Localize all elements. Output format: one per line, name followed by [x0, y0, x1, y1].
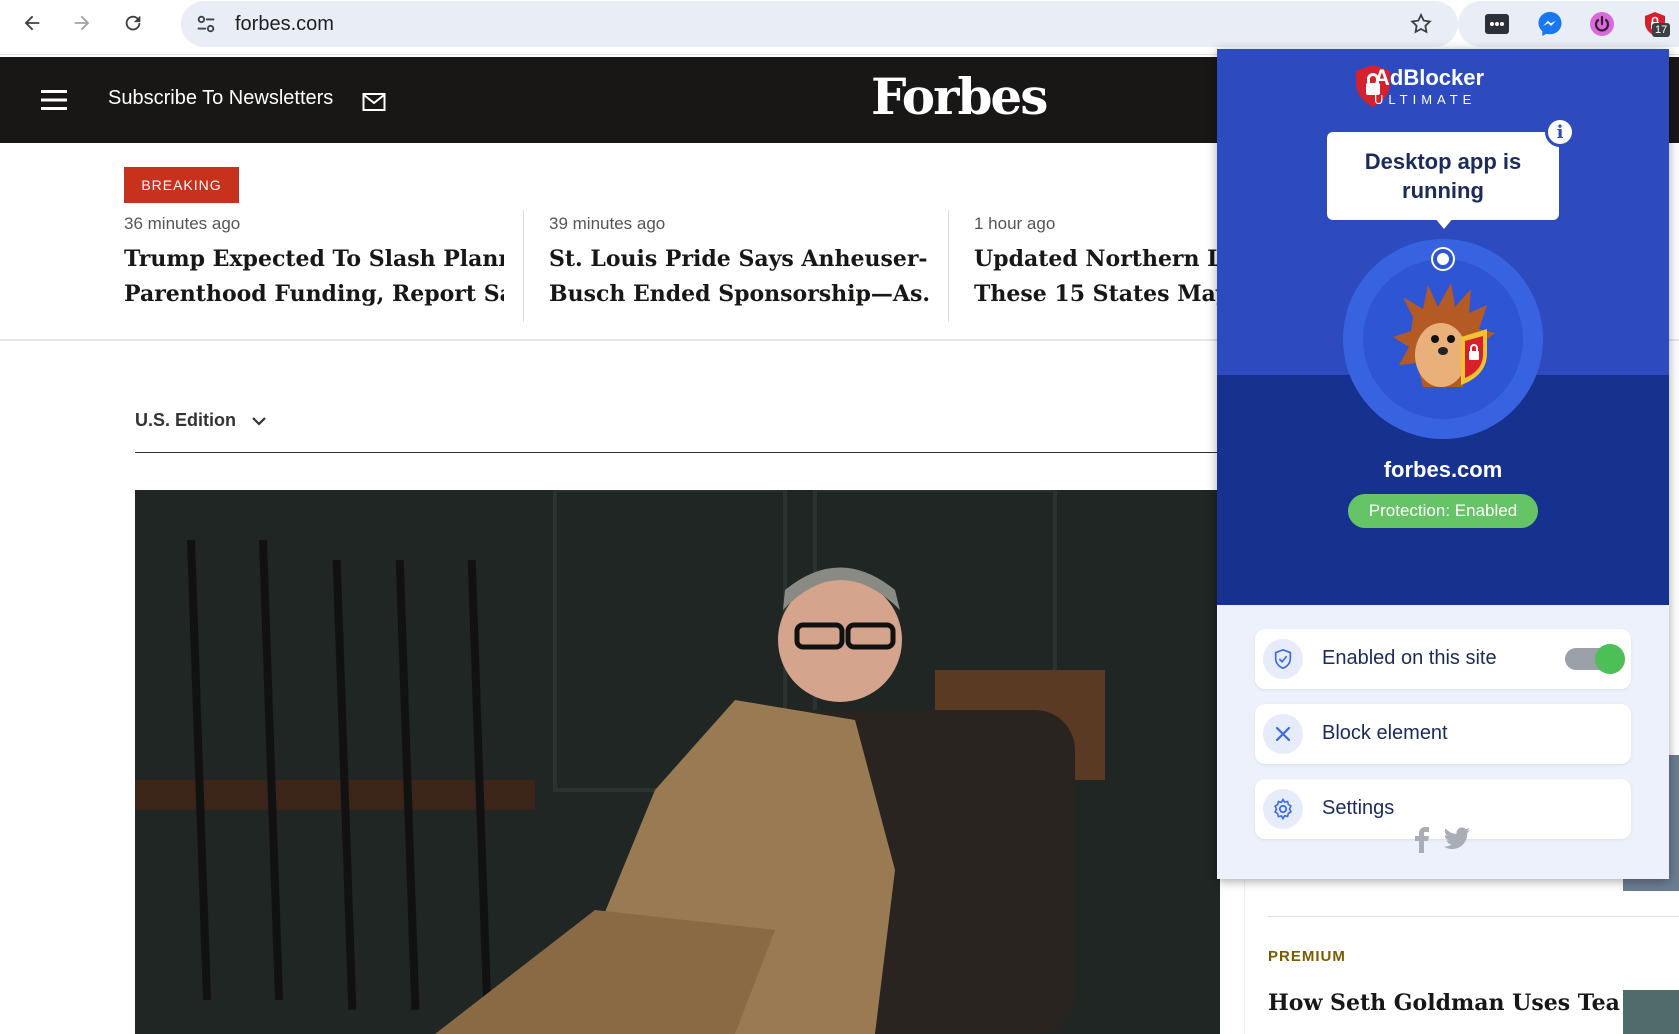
close-icon — [1263, 714, 1303, 754]
divider — [523, 210, 524, 322]
info-icon[interactable]: i — [1545, 117, 1575, 147]
adblocker-popup: AdBlocker ULTIMATE Desktop app is runnin… — [1217, 49, 1669, 879]
article-thumbnail[interactable] — [1623, 990, 1679, 1034]
brand-subtitle: ULTIMATE — [1374, 92, 1477, 107]
forward-button[interactable] — [64, 5, 100, 41]
news-item[interactable]: 36 minutes ago Trump Expected To Slash P… — [124, 214, 504, 312]
bubble-tail — [1434, 217, 1454, 229]
news-headline-line[interactable]: These 15 States May Se — [974, 277, 1217, 312]
news-headline-line[interactable]: Busch Ended Sponsorship—As... — [549, 277, 929, 312]
enabled-on-site-option[interactable]: Enabled on this site — [1255, 629, 1631, 689]
divider — [135, 452, 1235, 453]
shield-check-icon — [1263, 639, 1303, 679]
hero-photo-illustration — [135, 490, 1220, 1034]
extension-messenger[interactable] — [1535, 9, 1565, 39]
breaking-badge: BREAKING — [124, 167, 239, 203]
news-headline-line[interactable]: St. Louis Pride Says Anheuser- — [549, 242, 929, 277]
extensions-area: 17 — [1458, 1, 1679, 47]
news-item[interactable]: 1 hour ago Updated Northern Ligh These 1… — [974, 214, 1217, 312]
toggle-knob — [1595, 644, 1625, 674]
edition-selector[interactable]: U.S. Edition — [135, 410, 236, 431]
dots-extension-icon — [1485, 14, 1509, 34]
protection-status-badge: Protection: Enabled — [1348, 494, 1538, 528]
news-headline-line[interactable]: Trump Expected To Slash Planned — [124, 242, 504, 277]
news-item[interactable]: 39 minutes ago St. Louis Pride Says Anhe… — [549, 214, 929, 312]
address-bar[interactable]: forbes.com — [181, 1, 1458, 47]
messenger-icon — [1538, 12, 1562, 36]
block-element-option[interactable]: Block element — [1255, 704, 1631, 764]
news-time: 39 minutes ago — [549, 214, 666, 233]
current-site: forbes.com — [1383, 457, 1503, 482]
url-text[interactable]: forbes.com — [235, 13, 334, 36]
news-time: 36 minutes ago — [124, 214, 241, 233]
divider — [948, 210, 949, 322]
extension-dots[interactable] — [1482, 9, 1512, 39]
twitter-icon[interactable] — [1443, 827, 1471, 851]
gear-icon — [1263, 789, 1303, 829]
option-label: Settings — [1322, 797, 1395, 819]
extension-power[interactable] — [1587, 9, 1617, 39]
back-button[interactable] — [14, 5, 50, 41]
enabled-toggle[interactable] — [1565, 644, 1625, 674]
status-line: Desktop app is — [1364, 149, 1522, 174]
premium-label: PREMIUM — [1268, 948, 1346, 965]
browser-toolbar: forbes.com 17 — [0, 0, 1679, 55]
reload-icon — [125, 15, 141, 31]
option-label: Enabled on this site — [1322, 647, 1497, 669]
forbes-logo[interactable]: Forbes — [871, 67, 1048, 126]
facebook-icon[interactable] — [1413, 827, 1431, 853]
social-links — [1413, 825, 1477, 855]
news-headline-line[interactable]: Updated Northern Ligh — [974, 242, 1217, 277]
hero-image[interactable] — [135, 490, 1220, 1034]
status-bubble: Desktop app is running — [1327, 132, 1559, 220]
news-time: 1 hour ago — [974, 214, 1056, 233]
hedgehog-mascot-icon — [1393, 283, 1495, 387]
bookmark-star-icon[interactable] — [1409, 12, 1433, 36]
divider — [1268, 916, 1679, 917]
mascot-ring — [1343, 239, 1543, 439]
status-line: running — [1402, 178, 1484, 203]
mail-icon[interactable] — [362, 92, 386, 112]
reload-button[interactable] — [115, 5, 151, 41]
extension-badge-count: 17 — [1652, 23, 1671, 37]
premium-headline[interactable]: How Seth Goldman Uses Tea To — [1268, 990, 1656, 1016]
divider — [1244, 880, 1245, 1034]
news-headline-line[interactable]: Parenthood Funding, Report Says — [124, 277, 504, 312]
chevron-down-icon[interactable] — [250, 412, 268, 430]
power-icon — [1590, 12, 1614, 36]
extension-adblocker[interactable]: 17 — [1640, 9, 1671, 39]
option-label: Block element — [1322, 722, 1448, 744]
brand-name: AdBlocker — [1374, 65, 1485, 90]
hamburger-menu-icon[interactable] — [41, 89, 67, 111]
subscribe-newsletters-link[interactable]: Subscribe To Newsletters — [108, 87, 333, 110]
forward-arrow-icon — [74, 15, 90, 31]
mascot-circle — [1363, 259, 1523, 419]
back-arrow-icon — [24, 15, 40, 31]
ring-indicator-dot — [1433, 249, 1453, 269]
site-settings-icon[interactable] — [195, 13, 217, 35]
